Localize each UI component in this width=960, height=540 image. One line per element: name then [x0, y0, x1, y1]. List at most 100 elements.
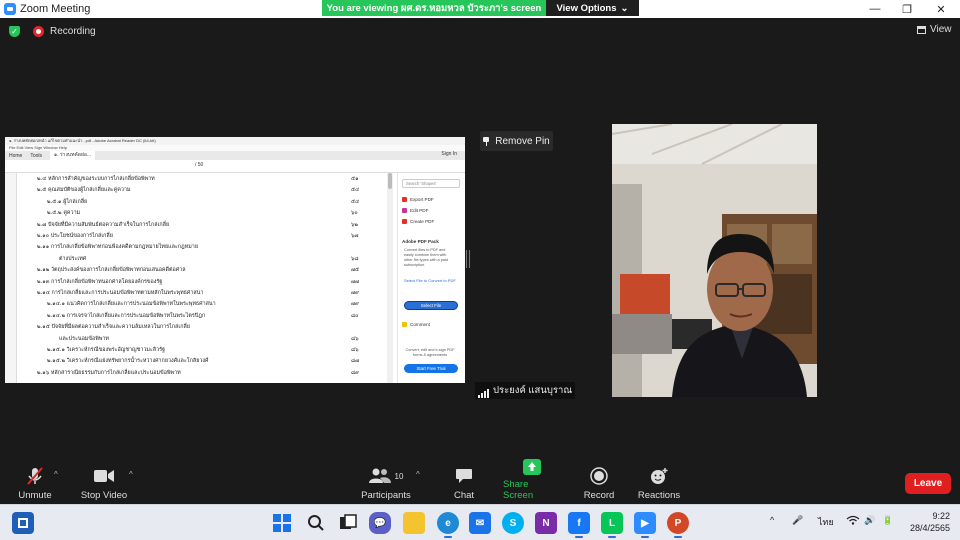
wifi-icon[interactable]	[846, 515, 860, 527]
splitter-handle[interactable]	[466, 250, 470, 268]
toc-entry: ๒.๑๓ การไกล่เกลี่ยข้อพิพาทนอกศาลโดยองค์ก…	[37, 278, 163, 285]
toc-entry: ๒.๑๒ วัตถุประสงค์ของการไกล่เกลี่ยข้อพิพา…	[37, 267, 186, 274]
clock-date: 28/4/2565	[909, 523, 950, 533]
widgets-icon[interactable]	[12, 512, 34, 534]
shared-app-title: ๑. ร่างบทคัดย่อ/บทนำ แก้ไขตามคำแนะนำ...p…	[5, 137, 465, 145]
free-trial-button: Start Free Trial	[404, 364, 458, 373]
chat-icon	[455, 466, 473, 486]
shared-screen[interactable]: ๑. ร่างบทคัดย่อ/บทนำ แก้ไขตามคำแนะนำ...p…	[5, 137, 465, 383]
recording-label[interactable]: Recording	[50, 26, 96, 37]
language-indicator[interactable]: ไทย	[818, 515, 834, 529]
skype-icon[interactable]: S	[502, 512, 524, 534]
toc-page-number: ๕๑	[351, 176, 359, 182]
teams-chat-icon[interactable]: 💬	[369, 512, 391, 534]
nav-strip	[5, 173, 17, 383]
video-options-caret[interactable]: ^	[129, 470, 133, 479]
clock-time: 9:22	[932, 511, 950, 521]
tools-pane: Search 'Shapes' Export PDF Edit PDF Crea…	[397, 173, 465, 383]
video-camera-icon	[94, 466, 114, 486]
powerpoint-icon[interactable]: P	[667, 512, 689, 538]
participants-icon: 10	[368, 466, 404, 486]
participant-count: 10	[394, 471, 404, 481]
toc-entry: ๒.๔ หลักการสำคัญของระบบการไกล่เกลี่ยข้อพ…	[37, 176, 155, 182]
reactions-icon	[650, 466, 668, 486]
record-button[interactable]: Record	[580, 462, 618, 504]
leave-button[interactable]: Leave	[905, 473, 951, 494]
tools-search: Search 'Shapes'	[402, 179, 460, 188]
task-view-icon[interactable]	[337, 512, 359, 534]
stop-video-label: Stop Video	[80, 490, 128, 501]
facebook-icon[interactable]: f	[568, 512, 590, 538]
view-button[interactable]: View	[917, 24, 952, 35]
tray-chevron-icon[interactable]: ^	[770, 515, 774, 525]
toc-page-number: ๘๐	[351, 312, 359, 319]
stop-video-button[interactable]: Stop Video	[78, 462, 130, 504]
share-screen-label: Share Screen	[503, 479, 534, 501]
file-explorer-icon[interactable]	[403, 512, 425, 534]
page-indicator: / 50	[195, 162, 204, 168]
search-icon[interactable]	[305, 512, 327, 534]
view-options-button[interactable]: View Options ⌄	[546, 0, 639, 16]
toc-entry: ๒.๕ คุณสมบัติของผู้ไกล่เกลี่ยและคู่ความ	[37, 187, 131, 194]
pin-icon	[483, 136, 490, 146]
reactions-button[interactable]: Reactions	[636, 462, 682, 504]
toc-page-number: ๘๖	[351, 335, 359, 342]
window-title: Zoom Meeting	[20, 3, 91, 15]
toc-page-number: ๘๗	[351, 358, 360, 365]
toc-entry: ๒.๑๕.๒ วิเคราะห์กรณีแย่งทรัพยากรน้ำระหว่…	[47, 358, 209, 365]
recording-icon[interactable]	[33, 26, 44, 37]
convert-link: Select File to Convert to PDF	[404, 278, 456, 283]
remove-pin-button[interactable]: Remove Pin	[480, 131, 553, 151]
minimize-button[interactable]: —	[858, 0, 892, 18]
volume-icon[interactable]: 🔊	[864, 515, 875, 526]
audio-options-caret[interactable]: ^	[54, 470, 58, 479]
muted-mic-icon	[25, 466, 45, 486]
view-options-label: View Options	[556, 2, 617, 14]
restore-button[interactable]: ❐	[890, 0, 924, 18]
speaker-label: ประยงค์ แสนบุราณ	[475, 382, 576, 399]
toc-page-number: ๗๕	[351, 267, 360, 274]
promo-bottom-text: Convert, edit and e-sign PDF forms & agr…	[405, 348, 455, 357]
share-screen-icon	[523, 459, 541, 475]
os-taskbar: 💬 e ✉ S N f L ▶ P ^ 🎤 ไทย 🔊 🔋	[0, 504, 960, 540]
zoom-taskbar-icon[interactable]: ▶	[634, 512, 656, 538]
participants-options-caret[interactable]: ^	[416, 470, 420, 479]
toc-entry: ๒.๑๕ ปัจจัยที่มีผลต่อความสำเร็จและความล้…	[37, 324, 190, 331]
tab-document: ๑. ร่างบทคัดย่อ...	[50, 151, 96, 160]
chat-button[interactable]: Chat	[446, 462, 482, 504]
tab-home: Home	[9, 152, 23, 159]
reactions-label: Reactions	[637, 490, 681, 501]
zoom-app-icon	[4, 3, 16, 15]
participants-button[interactable]: 10 Participants	[360, 462, 412, 504]
close-button[interactable]: ✕	[924, 0, 958, 18]
taskbar-clock[interactable]: 9:22 28/4/2565	[900, 510, 950, 534]
toc-page-number: ๗๗	[351, 278, 360, 285]
toc-page-number: ๖๗	[351, 233, 359, 239]
record-icon	[590, 466, 608, 486]
tab-tools: Tools	[30, 152, 43, 159]
toc-page-number: ๕๔	[351, 187, 360, 194]
promo-text: Convert files to PDF and easily combine …	[404, 248, 448, 267]
record-label: Record	[583, 490, 615, 501]
speaker-name: ประยงค์ แสนบุราณ	[493, 385, 573, 396]
edge-icon[interactable]: e	[437, 512, 459, 538]
line-icon[interactable]: L	[601, 512, 623, 538]
windows-start-icon[interactable]	[271, 512, 293, 534]
toc-page-number: ๘๙	[351, 369, 360, 376]
share-screen-button[interactable]: Share Screen	[503, 459, 561, 504]
toc-page-number: ๗๙	[351, 301, 360, 308]
participant-video[interactable]	[612, 124, 817, 397]
select-file-button: Select File	[404, 301, 458, 310]
tray-mic-icon[interactable]: 🎤	[792, 515, 803, 526]
toc-page: ๒.๔ หลักการสำคัญของระบบการไกล่เกลี่ยข้อพ…	[17, 173, 397, 383]
chevron-down-icon: ⌄	[620, 2, 629, 14]
mail-icon[interactable]: ✉	[469, 512, 491, 534]
signal-icon	[478, 389, 489, 398]
onenote-icon[interactable]: N	[535, 512, 557, 534]
toc-page-number: ๕๔	[351, 198, 360, 205]
shield-icon[interactable]: ✓	[9, 26, 20, 37]
battery-icon[interactable]: 🔋	[882, 515, 893, 526]
remove-pin-label: Remove Pin	[495, 135, 550, 147]
unmute-button[interactable]: Unmute	[12, 462, 58, 504]
participant-video-frame	[612, 124, 817, 397]
